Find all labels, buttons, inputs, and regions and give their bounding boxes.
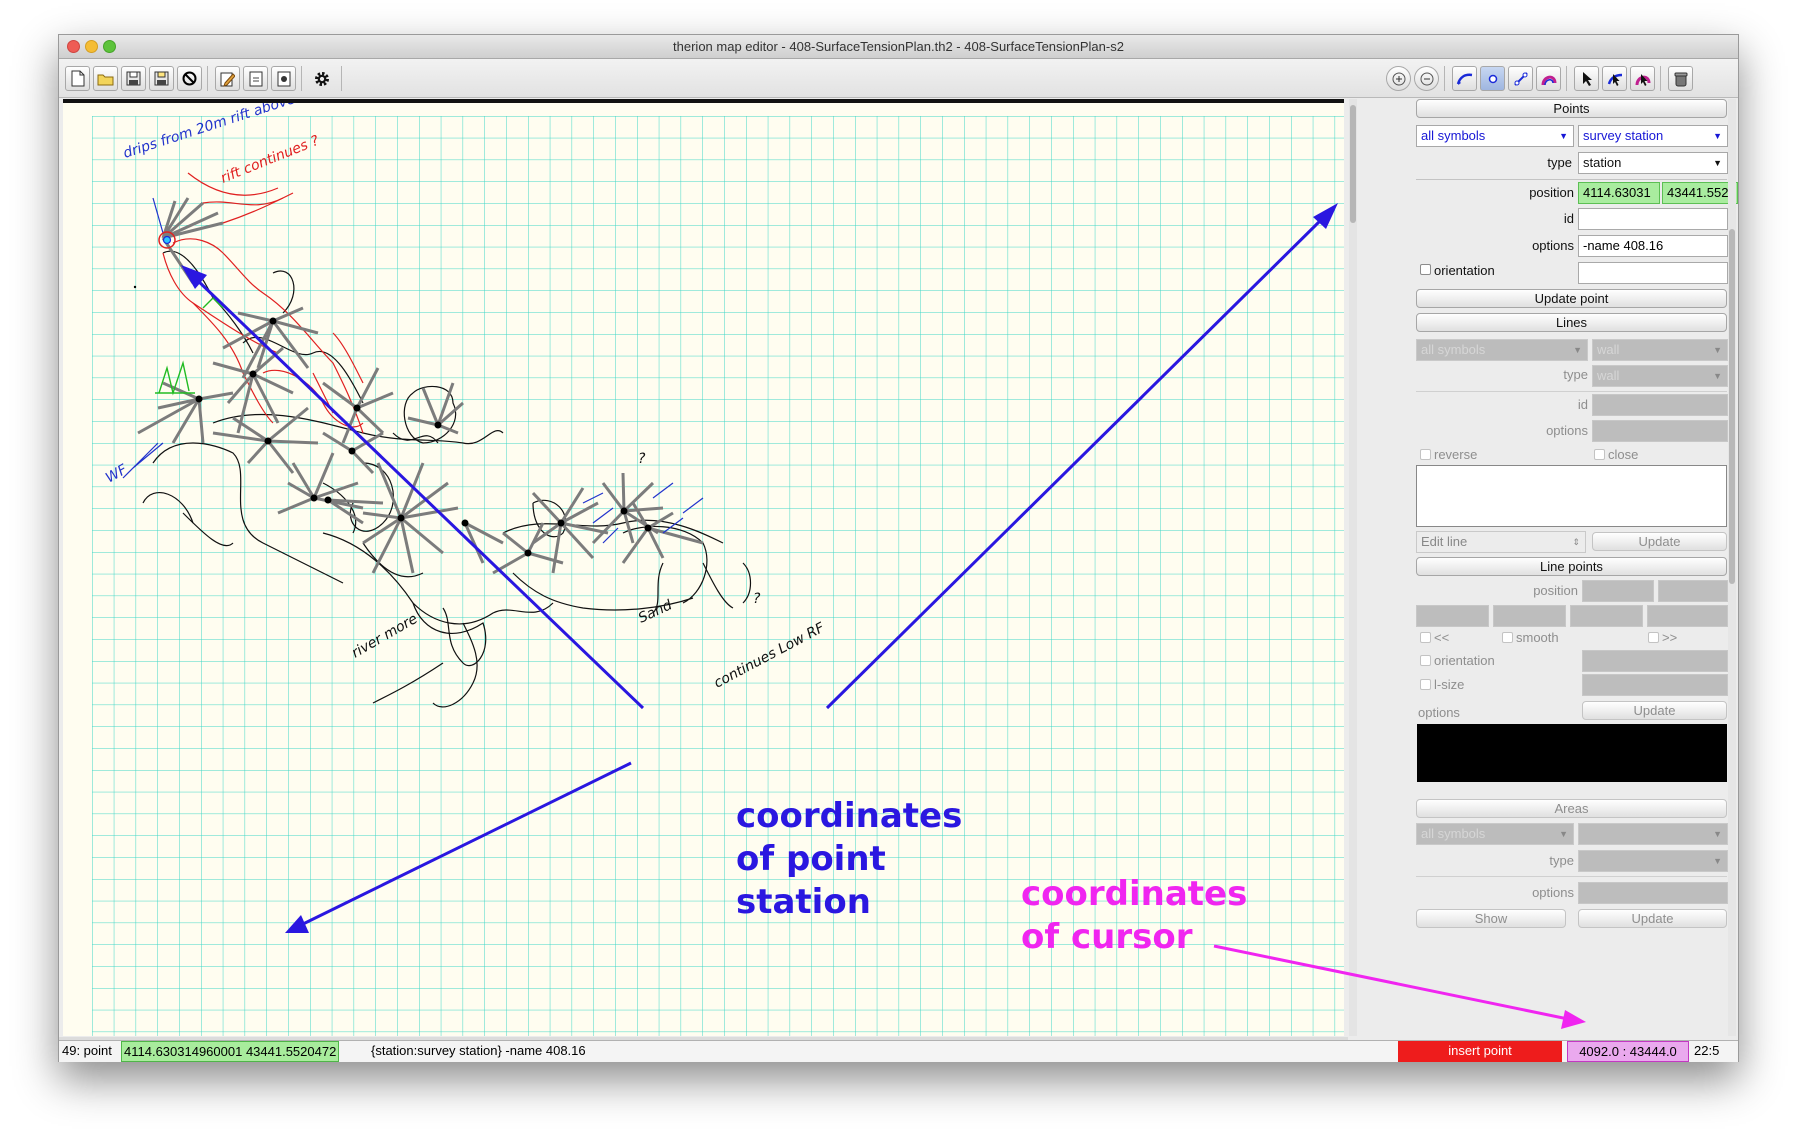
annotation-point-coordinates: coordinates of point station	[736, 796, 963, 922]
annotation-cursor-coordinates: coordinates of cursor	[1021, 874, 1248, 957]
